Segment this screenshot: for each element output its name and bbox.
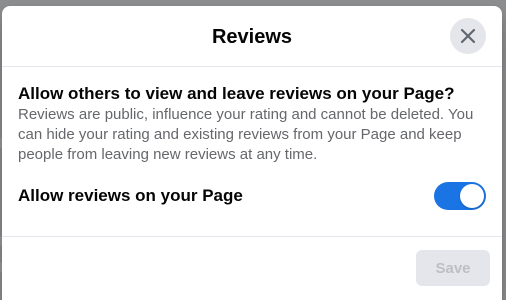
close-icon xyxy=(458,26,478,46)
allow-reviews-row: Allow reviews on your Page xyxy=(18,181,486,211)
dialog-header: Reviews xyxy=(2,6,502,67)
close-button[interactable] xyxy=(450,18,486,54)
toggle-knob xyxy=(460,184,484,208)
allow-reviews-toggle[interactable] xyxy=(434,182,486,210)
dialog-title: Reviews xyxy=(211,25,293,48)
dialog-footer: Save xyxy=(2,236,502,300)
reviews-question: Allow others to view and leave reviews o… xyxy=(18,84,455,103)
reviews-dialog: Reviews Allow others to view and leave r… xyxy=(2,6,502,300)
dialog-body: Allow others to view and leave reviews o… xyxy=(2,67,502,211)
save-button[interactable]: Save xyxy=(416,250,490,286)
allow-reviews-label: Allow reviews on your Page xyxy=(18,186,243,205)
reviews-description: Reviews are public, influence your ratin… xyxy=(18,106,474,163)
